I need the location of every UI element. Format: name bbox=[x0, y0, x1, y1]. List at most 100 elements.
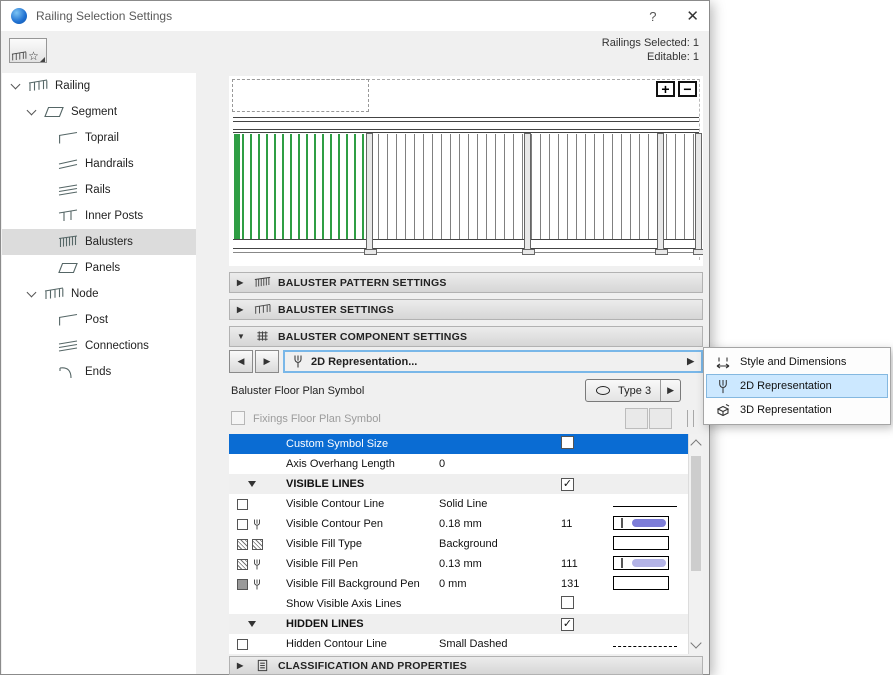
fixings-checkbox[interactable] bbox=[231, 411, 245, 425]
tree-item-railing[interactable]: Railing bbox=[2, 73, 196, 99]
collapsed-arrow-icon: ▶ bbox=[237, 278, 247, 287]
tree-item-connections[interactable]: Connections bbox=[2, 333, 196, 359]
override-checkbox[interactable] bbox=[237, 519, 248, 530]
tree-label: Ends bbox=[85, 366, 111, 378]
style-and-dimensions-icon bbox=[715, 355, 731, 370]
solid-line-preview[interactable] bbox=[613, 506, 677, 507]
pen-color-swatch[interactable] bbox=[613, 576, 669, 590]
ends-icon bbox=[58, 365, 78, 379]
table-row-custom-symbol-size[interactable]: Custom Symbol Size bbox=[229, 434, 688, 454]
row-value[interactable]: Solid Line bbox=[439, 498, 561, 510]
menu-item-2d-representation[interactable]: 2D Representation bbox=[706, 374, 888, 398]
custom-symbol-size-checkbox[interactable] bbox=[561, 436, 574, 449]
selected-balusters bbox=[234, 134, 369, 239]
override-checkbox[interactable] bbox=[237, 499, 248, 510]
panel-classification-and-properties[interactable]: ▶ CLASSIFICATION AND PROPERTIES bbox=[229, 656, 703, 675]
page-selector-label: 2D Representation... bbox=[311, 356, 417, 368]
table-group-hidden-lines[interactable]: HIDDEN LINES ✓ bbox=[229, 614, 688, 634]
panel-baluster-settings[interactable]: ▶ BALUSTER SETTINGS bbox=[229, 299, 703, 320]
railing-preview[interactable]: + − bbox=[229, 76, 703, 266]
page-selector-dropdown[interactable]: 2D Representation... ▶ bbox=[283, 350, 703, 373]
table-row-visible-contour-line[interactable]: Visible Contour Line Solid Line bbox=[229, 494, 688, 514]
panel-title: BALUSTER PATTERN SETTINGS bbox=[278, 277, 447, 289]
row-value[interactable]: 0 bbox=[439, 458, 561, 470]
table-row-visible-contour-pen[interactable]: Visible Contour Pen 0.18 mm 11 bbox=[229, 514, 688, 534]
dashed-line-preview[interactable] bbox=[613, 646, 677, 647]
hidden-lines-checkbox[interactable]: ✓ bbox=[561, 618, 574, 631]
row-value[interactable]: 0.13 mm bbox=[439, 558, 561, 570]
pen-set-button[interactable] bbox=[625, 408, 648, 429]
scrollbar-thumb[interactable] bbox=[691, 456, 701, 571]
chevron-down-icon[interactable] bbox=[11, 80, 21, 90]
pen-icon bbox=[252, 558, 262, 571]
symbol-row: Baluster Floor Plan Symbol Type 3 ▶ bbox=[229, 379, 703, 404]
segment-icon bbox=[44, 105, 64, 119]
pen-set-button[interactable] bbox=[649, 408, 672, 429]
pen-color-swatch[interactable] bbox=[613, 556, 669, 570]
table-row-show-visible-axis-lines[interactable]: Show Visible Axis Lines bbox=[229, 594, 688, 614]
tree-item-inner-posts[interactable]: Inner Posts bbox=[2, 203, 196, 229]
tree-item-ends[interactable]: Ends bbox=[2, 359, 196, 385]
row-value[interactable]: Background bbox=[439, 538, 561, 550]
table-scrollbar[interactable] bbox=[688, 434, 703, 654]
close-button[interactable]: ✕ bbox=[686, 7, 699, 25]
row-name: Custom Symbol Size bbox=[286, 438, 439, 450]
help-button[interactable]: ? bbox=[649, 9, 656, 24]
post bbox=[524, 133, 531, 255]
table-row-axis-overhang-length[interactable]: Axis Overhang Length 0 bbox=[229, 454, 688, 474]
tree-label: Connections bbox=[85, 340, 149, 352]
pen-number: 111 bbox=[561, 558, 613, 570]
table-row-visible-fill-type[interactable]: Visible Fill Type Background bbox=[229, 534, 688, 554]
override-checkbox[interactable] bbox=[237, 639, 248, 650]
tree-item-panels[interactable]: Panels bbox=[2, 255, 196, 281]
tree-item-balusters[interactable]: Balusters bbox=[2, 229, 196, 255]
dropdown-corner-icon bbox=[40, 57, 45, 62]
menu-item-style-and-dimensions[interactable]: Style and Dimensions bbox=[706, 350, 888, 374]
panel-baluster-component-settings[interactable]: ▼ BALUSTER COMPONENT SETTINGS bbox=[229, 326, 703, 347]
table-row-visible-fill-background-pen[interactable]: Visible Fill Background Pen 0 mm 131 bbox=[229, 574, 688, 594]
panel-title: BALUSTER COMPONENT SETTINGS bbox=[278, 331, 467, 343]
pen-icon bbox=[252, 518, 262, 531]
tree-label: Handrails bbox=[85, 158, 134, 170]
zoom-out-button[interactable]: − bbox=[678, 81, 697, 97]
visible-lines-checkbox[interactable]: ✓ bbox=[561, 478, 574, 491]
chevron-down-icon[interactable] bbox=[27, 106, 37, 116]
scroll-up-icon[interactable] bbox=[690, 439, 701, 450]
collapse-triangle-icon[interactable] bbox=[248, 481, 256, 487]
inner-posts-icon bbox=[58, 209, 78, 223]
pen-color-swatch[interactable] bbox=[613, 516, 669, 530]
chevron-down-icon[interactable] bbox=[27, 288, 37, 298]
collapse-triangle-icon[interactable] bbox=[248, 621, 256, 627]
handrails-icon bbox=[58, 157, 78, 171]
table-row-visible-fill-pen[interactable]: Visible Fill Pen 0.13 mm 111 bbox=[229, 554, 688, 574]
row-value[interactable]: Small Dashed bbox=[439, 638, 561, 650]
next-page-button[interactable]: ▶ bbox=[255, 350, 279, 373]
collapsed-arrow-icon: ▶ bbox=[237, 661, 247, 670]
tree-item-post[interactable]: Post bbox=[2, 307, 196, 333]
pen-tick-icon bbox=[621, 518, 623, 528]
base-line bbox=[233, 252, 699, 253]
tree-label: Node bbox=[71, 288, 99, 300]
scroll-down-icon[interactable] bbox=[690, 637, 701, 648]
tree-item-rails[interactable]: Rails bbox=[2, 177, 196, 203]
table-row-hidden-contour-line[interactable]: Hidden Contour Line Small Dashed bbox=[229, 634, 688, 654]
tree-item-node[interactable]: Node bbox=[2, 281, 196, 307]
group-name: HIDDEN LINES bbox=[286, 618, 439, 630]
pen-color-bar bbox=[632, 519, 666, 527]
row-value[interactable]: 0.18 mm bbox=[439, 518, 561, 530]
previous-page-button[interactable]: ◀ bbox=[229, 350, 253, 373]
zoom-in-button[interactable]: + bbox=[656, 81, 675, 97]
tree-item-toprail[interactable]: Toprail bbox=[2, 125, 196, 151]
panel-baluster-pattern-settings[interactable]: ▶ BALUSTER PATTERN SETTINGS bbox=[229, 272, 703, 293]
axis-lines-checkbox[interactable] bbox=[561, 596, 574, 609]
tree-item-segment[interactable]: Segment bbox=[2, 99, 196, 125]
table-group-visible-lines[interactable]: VISIBLE LINES ✓ bbox=[229, 474, 688, 494]
railing-icon bbox=[11, 51, 27, 62]
menu-item-3d-representation[interactable]: 3D Representation bbox=[706, 398, 888, 422]
symbol-type-button[interactable]: Type 3 ▶ bbox=[585, 379, 681, 402]
tree-item-handrails[interactable]: Handrails bbox=[2, 151, 196, 177]
row-value[interactable]: 0 mm bbox=[439, 578, 561, 590]
fill-preview-swatch[interactable] bbox=[613, 536, 669, 550]
favorites-button[interactable]: ☆ bbox=[9, 38, 47, 63]
pen-number: 131 bbox=[561, 578, 613, 590]
